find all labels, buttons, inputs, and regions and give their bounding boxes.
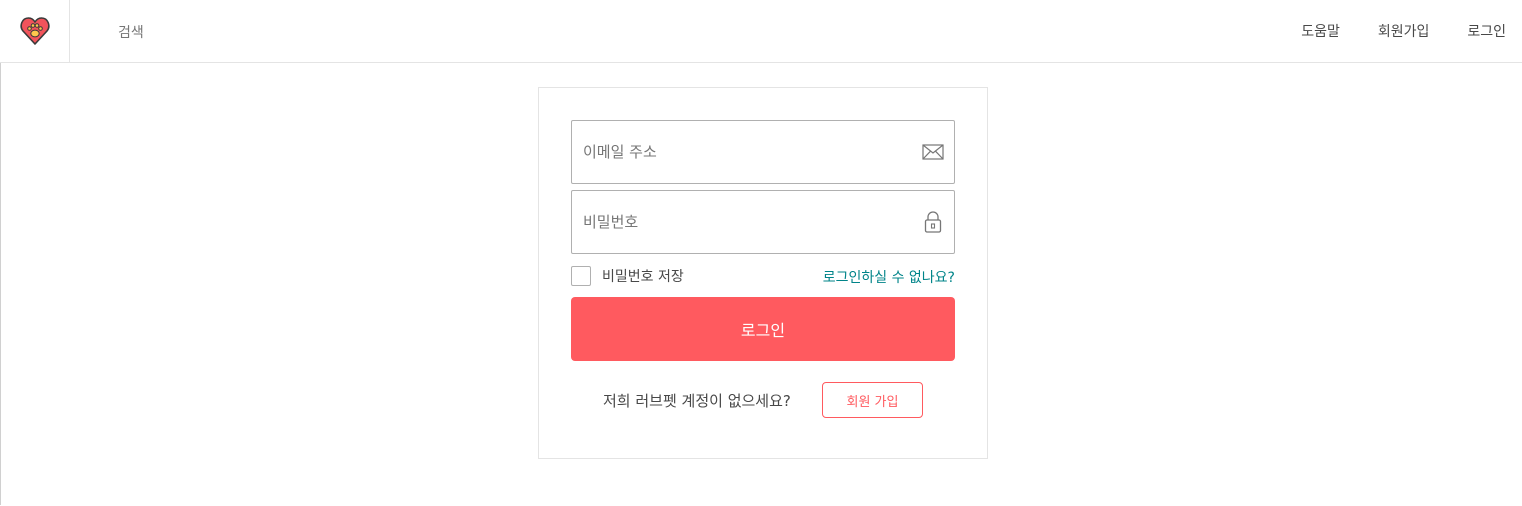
heart-paw-icon (19, 17, 50, 45)
password-field-box (571, 190, 955, 254)
password-input[interactable] (583, 191, 913, 253)
lock-icon (922, 211, 944, 233)
signup-button[interactable]: 회원 가입 (822, 382, 923, 418)
remember-checkbox[interactable] (571, 266, 591, 286)
logo-link[interactable] (0, 0, 70, 62)
email-field-box (571, 120, 955, 184)
forgot-login-link[interactable]: 로그인하실 수 없나요? (823, 267, 955, 287)
remember-row: 비밀번호 저장 로그인하실 수 없나요? (571, 265, 955, 289)
signup-row: 저희 러브펫 계정이 없으세요? 회원 가입 (539, 382, 987, 418)
nav-login-link[interactable]: 로그인 (1467, 21, 1506, 41)
signup-prompt: 저희 러브펫 계정이 없으세요? (603, 392, 791, 410)
search-field[interactable]: 검색 (118, 22, 144, 42)
nav-signup-link[interactable]: 회원가입 (1378, 21, 1430, 41)
remember-label: 비밀번호 저장 (602, 269, 684, 285)
top-header: 검색 도움말 회원가입 로그인 (0, 0, 1522, 63)
email-input[interactable] (583, 121, 913, 183)
login-card: 비밀번호 저장 로그인하실 수 없나요? 로그인 저희 러브펫 계정이 없으세요… (538, 87, 988, 459)
envelope-icon (922, 141, 944, 163)
top-nav: 도움말 회원가입 로그인 (1301, 21, 1506, 41)
nav-help-link[interactable]: 도움말 (1301, 21, 1340, 41)
login-button[interactable]: 로그인 (571, 297, 955, 361)
